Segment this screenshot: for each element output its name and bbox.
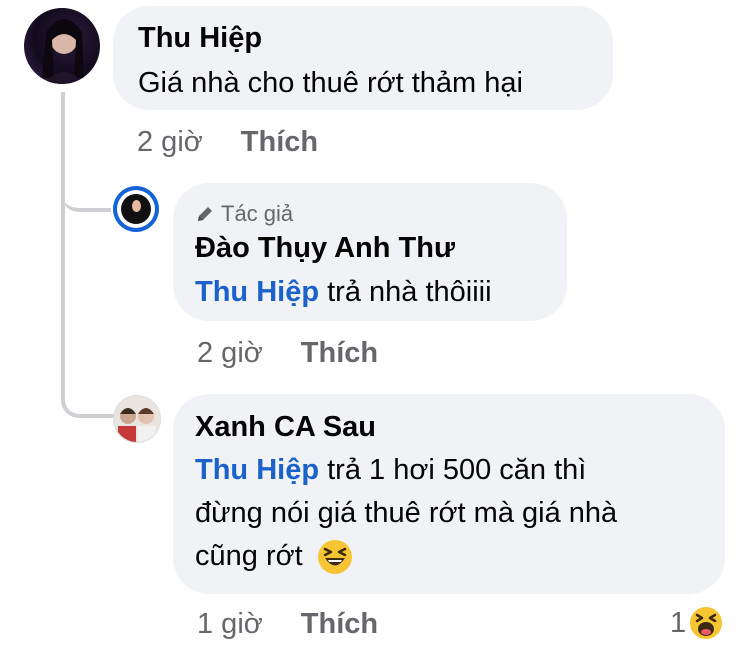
comment-text-body: trả nhà thôiiii bbox=[319, 276, 492, 308]
comment-text-line: cũng rớt bbox=[195, 535, 715, 578]
mention-link[interactable]: Thu Hiệp bbox=[195, 276, 319, 308]
like-button[interactable]: Thích bbox=[241, 126, 318, 158]
avatar-photo bbox=[42, 19, 84, 84]
comment-text-body: cũng rớt bbox=[195, 540, 303, 572]
comment-text: Thu Hiệp trả 1 hơi 500 căn thì đừng nói … bbox=[195, 449, 715, 578]
comment-bubble: Tác giả Đào Thụy Anh Thư Thu Hiệp trả nh… bbox=[173, 183, 567, 321]
author-badge-label: Tác giả bbox=[221, 201, 294, 226]
avatar-photo bbox=[114, 396, 160, 442]
comment-time[interactable]: 1 giờ bbox=[197, 608, 263, 640]
comment-text-line: đừng nói giá thuê rớt mà giá nhà bbox=[195, 497, 618, 529]
comment-bubble: Thu Hiệp Giá nhà cho thuê rớt thảm hại bbox=[113, 6, 613, 110]
comment-text: Giá nhà cho thuê rớt thảm hại bbox=[138, 67, 523, 99]
reaction-count: 1 bbox=[670, 606, 687, 639]
comment-meta: 1 giờ Thích bbox=[197, 608, 378, 641]
comment-bubble: Xanh CA Sau Thu Hiệp trả 1 hơi 500 căn t… bbox=[173, 394, 725, 594]
comment-text: Thu Hiệp trả nhà thôiiii bbox=[195, 271, 492, 314]
comment-text-body: trả 1 hơi 500 căn thì bbox=[319, 454, 587, 486]
avatar[interactable] bbox=[113, 186, 159, 232]
comment-meta: 2 giờ Thích bbox=[197, 337, 378, 370]
mention-link[interactable]: Thu Hiệp bbox=[195, 454, 319, 486]
reaction-summary[interactable]: 1 bbox=[670, 603, 725, 643]
laughing-reaction-icon bbox=[688, 605, 725, 641]
comment-author[interactable]: Xanh CA Sau bbox=[195, 411, 376, 444]
like-button[interactable]: Thích bbox=[301, 608, 378, 640]
pencil-icon bbox=[198, 207, 212, 221]
comment-time[interactable]: 2 giờ bbox=[197, 337, 263, 369]
thread-connector bbox=[61, 150, 115, 418]
comment-author[interactable]: Thu Hiệp bbox=[138, 22, 262, 55]
like-button[interactable]: Thích bbox=[301, 337, 378, 369]
comment-text-line: Thu Hiệp trả 1 hơi 500 căn thì bbox=[195, 449, 715, 492]
author-badge: Tác giả bbox=[195, 201, 293, 227]
avatar[interactable] bbox=[24, 8, 100, 84]
comment-author[interactable]: Đào Thụy Anh Thư bbox=[195, 232, 455, 265]
laughing-emoji bbox=[317, 540, 352, 575]
comment-time[interactable]: 2 giờ bbox=[137, 126, 203, 158]
avatar[interactable] bbox=[113, 395, 161, 443]
comment-meta: 2 giờ Thích bbox=[137, 126, 318, 159]
